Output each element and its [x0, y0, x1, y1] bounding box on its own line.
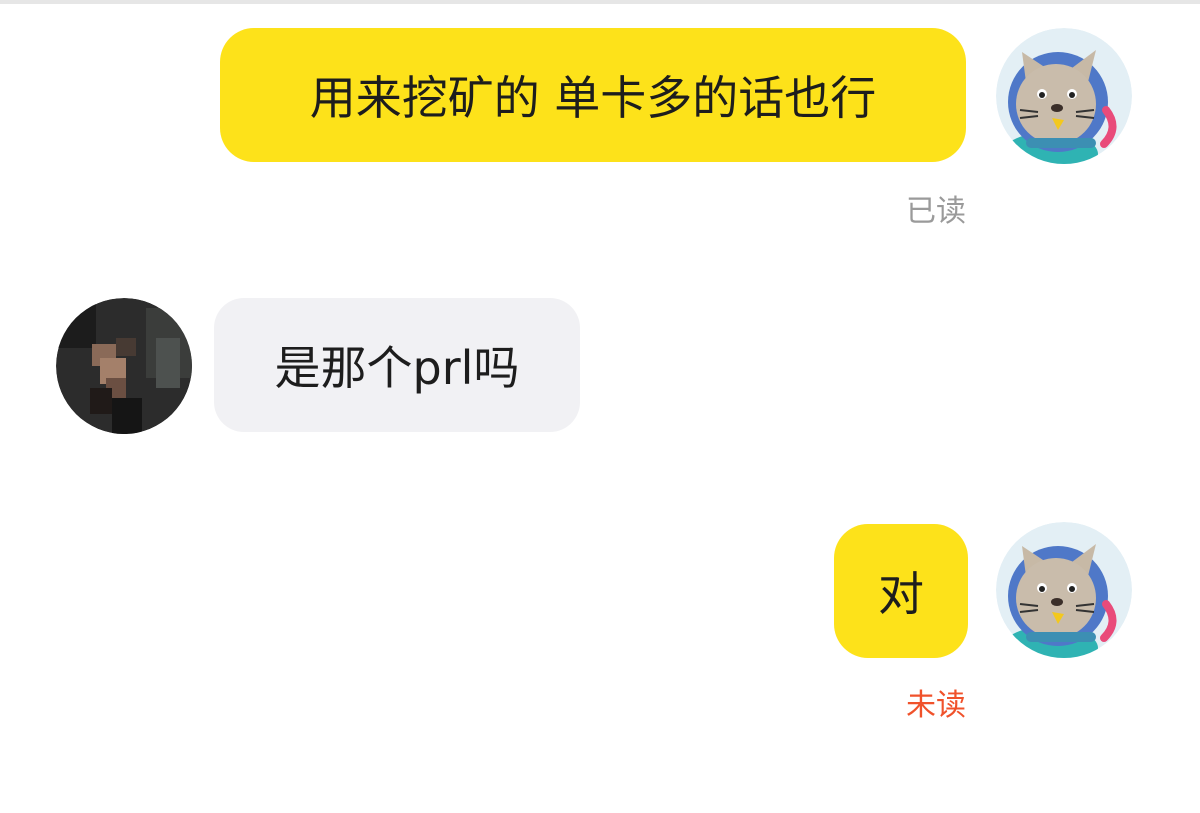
read-receipt: 已读 [906, 194, 966, 229]
unread-receipt: 未读 [906, 688, 966, 723]
cat-astronaut-avatar-icon[interactable] [996, 522, 1132, 658]
message-text: 用来挖矿的 单卡多的话也行 [309, 71, 877, 125]
outgoing-message-bubble[interactable]: 用来挖矿的 单卡多的话也行 [220, 28, 966, 162]
message-text: 是那个prl吗 [274, 341, 520, 395]
pixelated-user-avatar-icon[interactable] [56, 298, 192, 434]
top-divider [0, 0, 1200, 4]
incoming-message-bubble[interactable]: 是那个prl吗 [214, 298, 580, 432]
outgoing-message-bubble[interactable]: 对 [834, 524, 968, 658]
cat-astronaut-avatar-icon[interactable] [996, 28, 1132, 164]
message-text: 对 [878, 567, 924, 621]
